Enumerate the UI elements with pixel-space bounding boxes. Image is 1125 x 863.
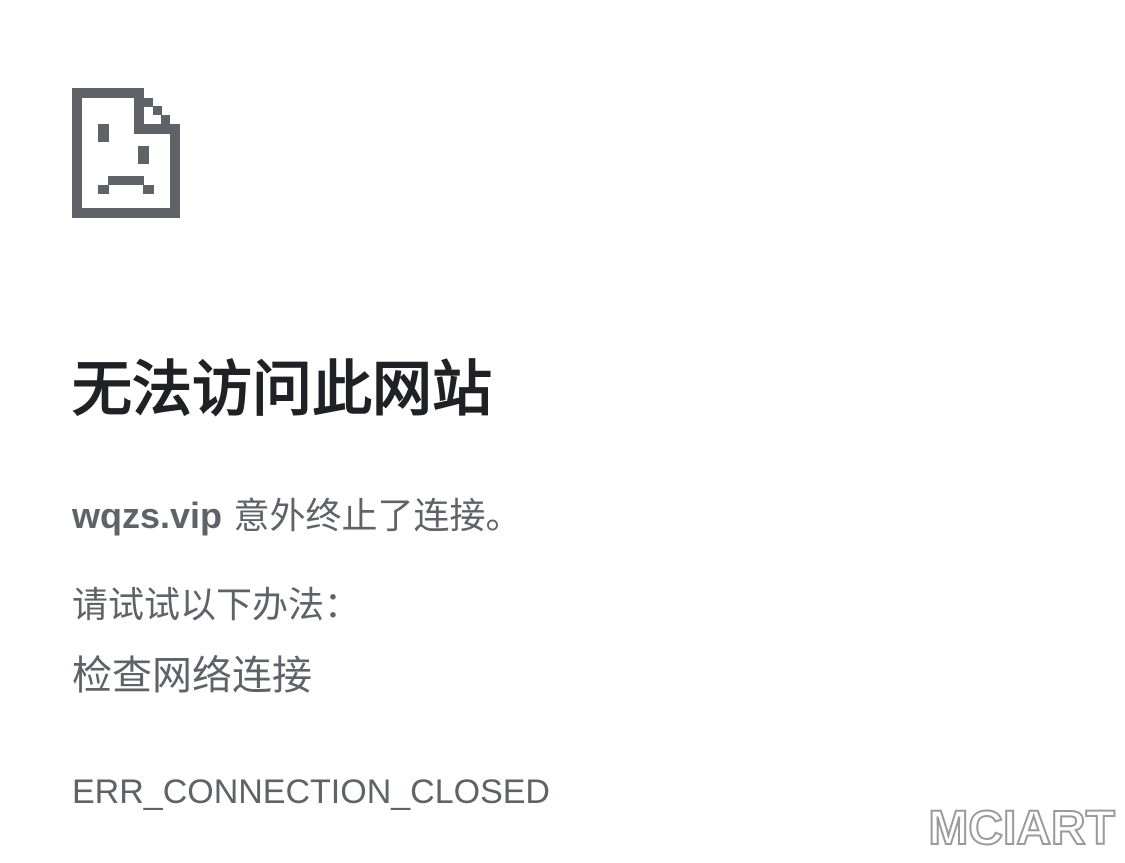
watermark: MCIART [927, 801, 1116, 856]
suggestion-item-check-network: 检查网络连接 [72, 653, 312, 699]
suggestions-label: 请试试以下办法： [72, 585, 361, 626]
site-host: wqzs.vip [72, 495, 223, 536]
sad-page-icon [72, 88, 180, 218]
error-code: ERR_CONNECTION_CLOSED [72, 773, 550, 811]
sad-page-icon-graphic [72, 88, 180, 218]
page-title: 无法访问此网站 [72, 355, 492, 425]
error-message: wqzs.vip 意外终止了连接。 [72, 490, 521, 543]
error-message-text: 意外终止了连接。 [222, 496, 522, 537]
